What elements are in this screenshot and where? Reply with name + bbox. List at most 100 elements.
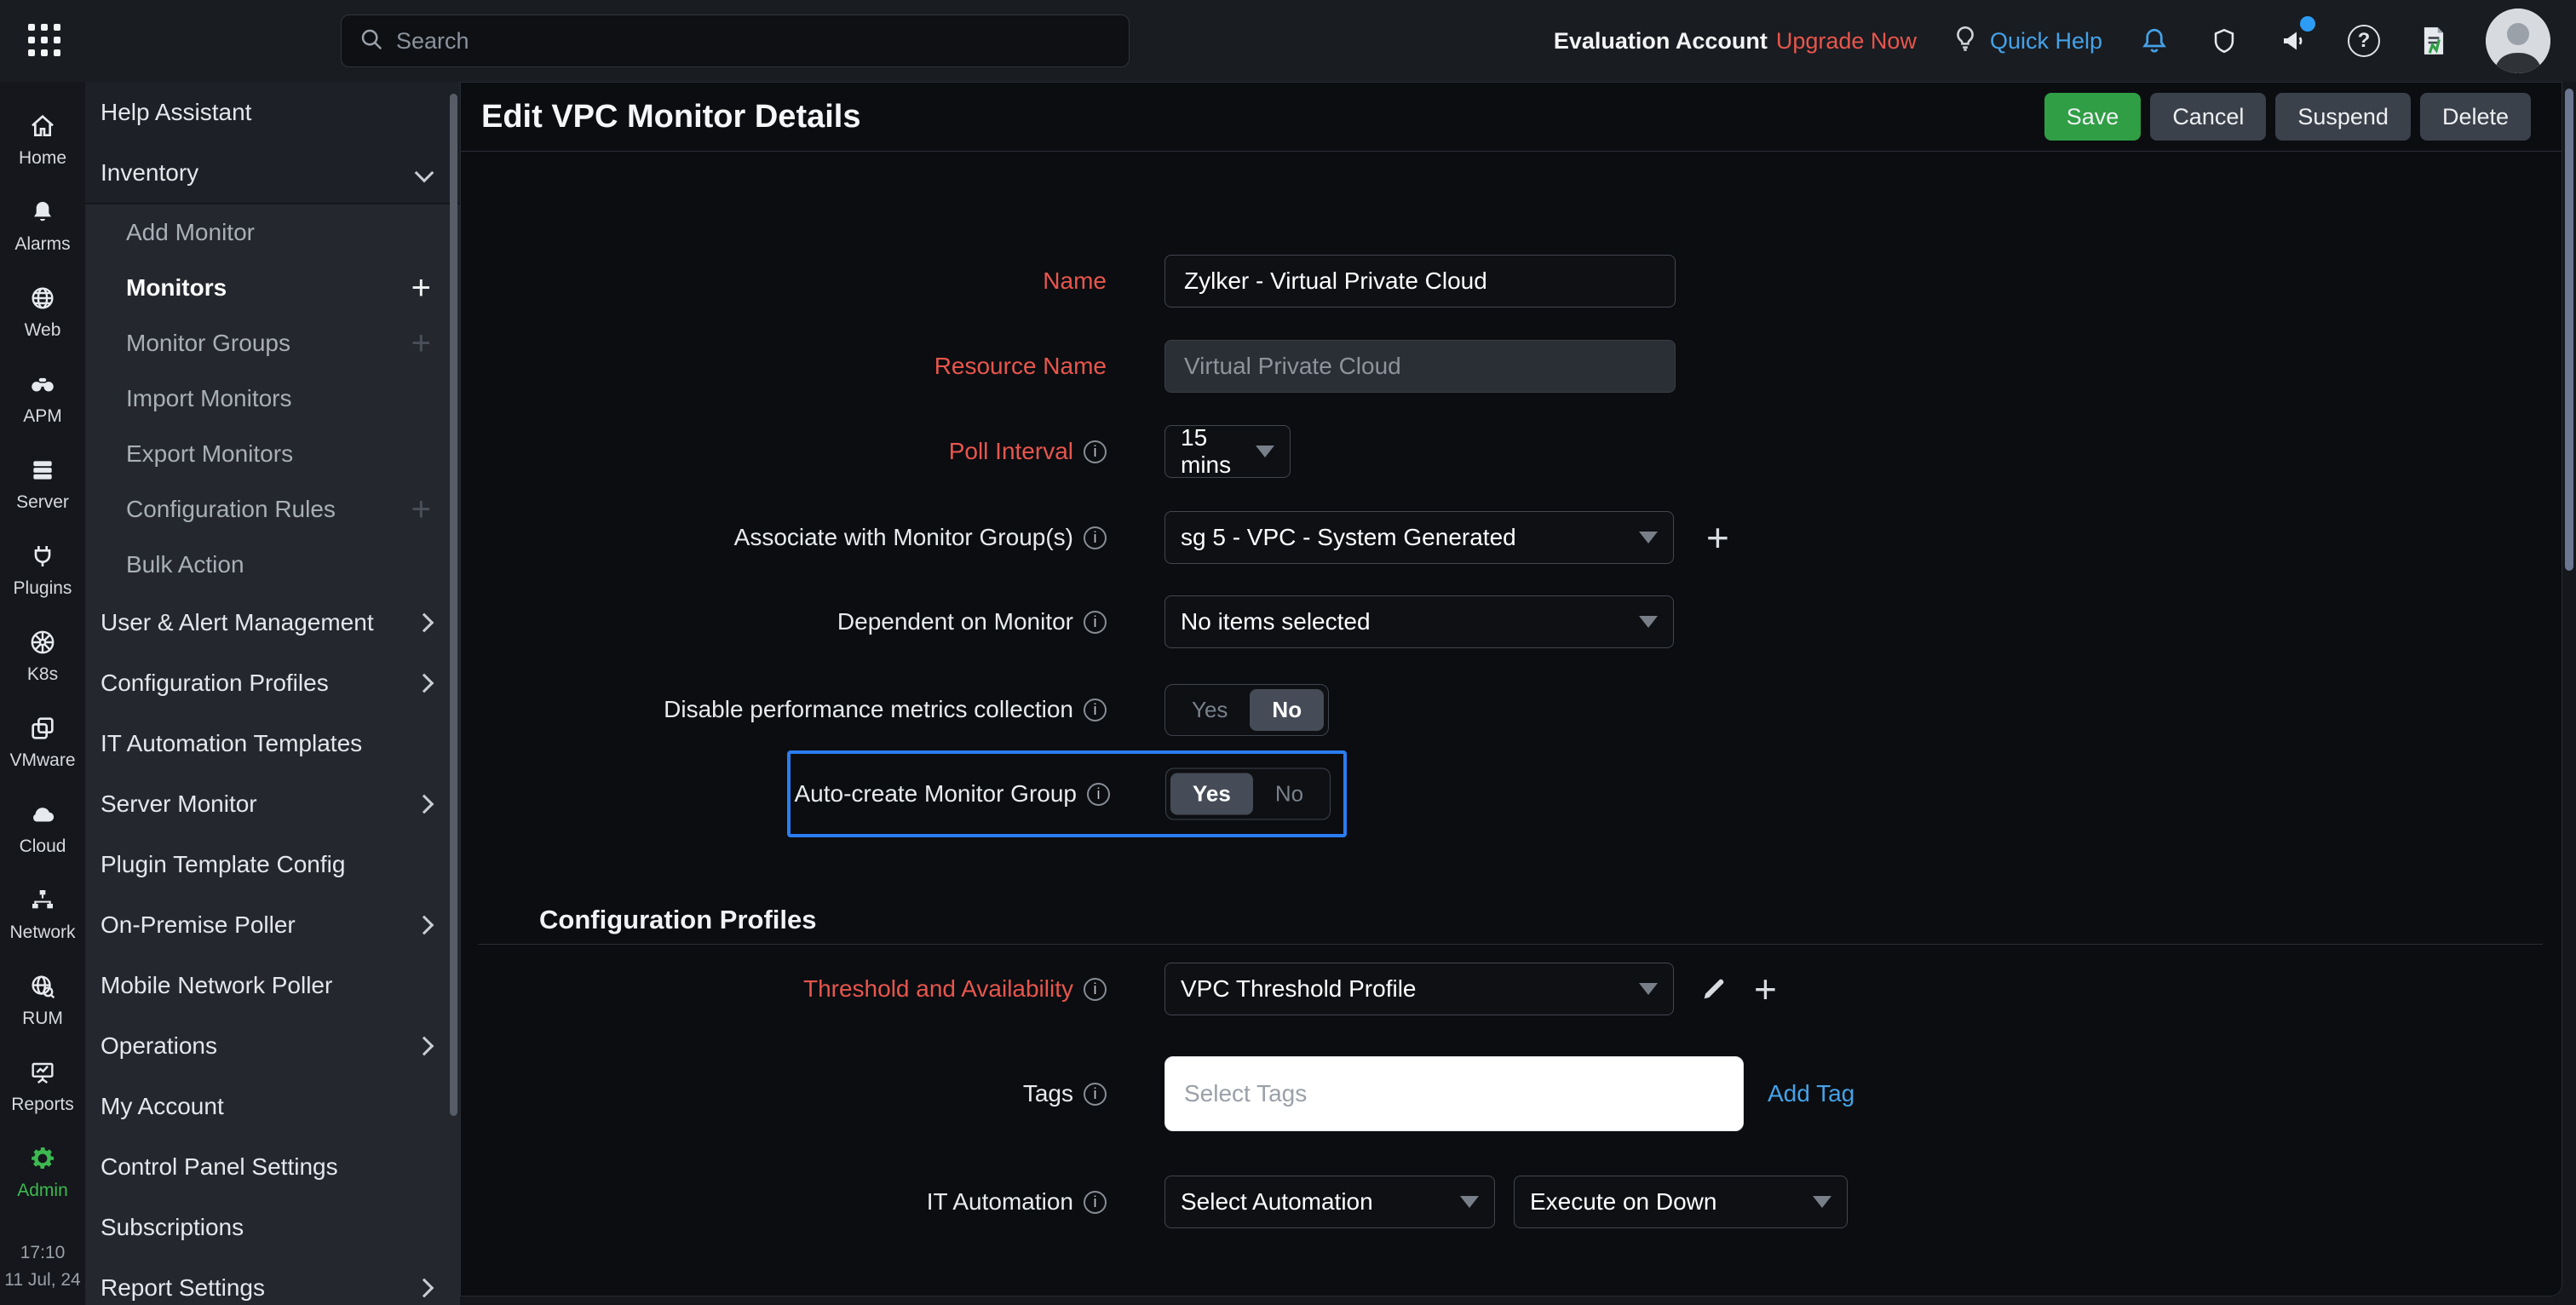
sidebar-item-subscriptions[interactable]: Subscriptions	[85, 1197, 460, 1257]
auto-create-highlight-box: Auto-create Monitor Group i Yes No	[787, 750, 1347, 837]
sidebar-item-on-premise-poller[interactable]: On-Premise Poller	[85, 894, 460, 955]
info-icon[interactable]: i	[1084, 698, 1107, 721]
sidebar-item-label: Configuration Profiles	[101, 669, 329, 696]
delete-button[interactable]: Delete	[2419, 93, 2531, 141]
rail-item-rum[interactable]: RUM	[0, 957, 85, 1043]
rail-item-apm[interactable]: APM	[0, 355, 85, 441]
apps-grid-icon[interactable]	[28, 24, 62, 58]
sidebar-item-it-automation-templates[interactable]: IT Automation Templates	[85, 713, 460, 773]
threshold-label: Threshold and Availability i	[539, 963, 1107, 1015]
home-icon	[29, 112, 56, 141]
dropdown-arrow-icon	[1639, 532, 1658, 543]
global-search[interactable]	[341, 14, 1130, 67]
help-question-icon[interactable]: ?	[2346, 23, 2382, 59]
automation-select[interactable]: Select Automation	[1164, 1176, 1495, 1228]
upgrade-now-link[interactable]: Upgrade Now	[1776, 28, 1917, 55]
quick-help-button[interactable]: Quick Help	[1951, 24, 2102, 59]
rail-item-admin[interactable]: Admin	[0, 1130, 85, 1216]
sidebar-item-monitor-groups[interactable]: Monitor Groups +	[85, 315, 460, 371]
info-icon[interactable]: i	[1087, 782, 1110, 806]
info-icon[interactable]: i	[1084, 526, 1107, 549]
rail-item-network[interactable]: Network	[0, 871, 85, 957]
disable-perf-label: Disable performance metrics collection i	[539, 684, 1107, 735]
rail-item-label: Plugins	[13, 578, 72, 598]
sidebar-item-bulk-action[interactable]: Bulk Action	[85, 537, 460, 592]
threshold-select[interactable]: VPC Threshold Profile	[1164, 963, 1674, 1015]
sidebar-item-export-monitors[interactable]: Export Monitors	[85, 426, 460, 481]
row-resource-name: Resource Name	[461, 340, 2562, 393]
toggle-yes[interactable]: Yes	[1170, 689, 1250, 731]
chevron-right-icon	[414, 612, 434, 632]
sidebar-item-help-assistant[interactable]: Help Assistant	[85, 82, 460, 143]
sidebar-item-label: Inventory	[101, 159, 199, 186]
rail-item-server[interactable]: Server	[0, 441, 85, 527]
toggle-yes[interactable]: Yes	[1170, 773, 1253, 815]
sidebar-item-inventory[interactable]: Inventory	[85, 143, 460, 204]
info-icon[interactable]: i	[1084, 440, 1107, 463]
execute-on-select[interactable]: Execute on Down	[1514, 1176, 1848, 1228]
shield-icon[interactable]	[2206, 23, 2242, 59]
sidebar-item-my-account[interactable]: My Account	[85, 1076, 460, 1136]
resource-name-input[interactable]	[1164, 340, 1676, 393]
cloud-icon	[28, 800, 57, 829]
info-icon[interactable]: i	[1084, 1190, 1107, 1214]
sidebar-item-control-panel-settings[interactable]: Control Panel Settings	[85, 1136, 460, 1197]
sidebar-item-configuration-rules[interactable]: Configuration Rules +	[85, 481, 460, 537]
page-scrollbar[interactable]	[2565, 89, 2573, 571]
save-button[interactable]: Save	[2044, 93, 2142, 141]
dependent-monitor-select[interactable]: No items selected	[1164, 595, 1674, 648]
rail-item-cloud[interactable]: Cloud	[0, 785, 85, 871]
row-name: Name	[461, 255, 2562, 308]
rail-item-reports[interactable]: Reports	[0, 1043, 85, 1130]
user-avatar[interactable]	[2486, 9, 2550, 73]
announcements-megaphone-icon[interactable]	[2276, 16, 2315, 59]
sidebar-item-report-settings[interactable]: Report Settings	[85, 1257, 460, 1305]
topbar: Evaluation Account Upgrade Now Quick Hel…	[0, 0, 2576, 82]
sidebar-item-mobile-network-poller[interactable]: Mobile Network Poller	[85, 955, 460, 1015]
rail-item-alarms[interactable]: Alarms	[0, 183, 85, 269]
row-monitor-groups: Associate with Monitor Group(s) i sg 5 -…	[461, 511, 2562, 564]
sidebar-item-label: Monitor Groups	[126, 329, 290, 356]
sidebar-item-label: Operations	[101, 1032, 217, 1059]
sidebar-scrollbar[interactable]	[450, 94, 457, 1116]
rail-item-label: Network	[9, 923, 76, 942]
suspend-button[interactable]: Suspend	[2275, 93, 2411, 141]
dropdown-arrow-icon	[1460, 1196, 1479, 1208]
sidebar-item-label: On-Premise Poller	[101, 911, 296, 938]
sidebar-item-import-monitors[interactable]: Import Monitors	[85, 371, 460, 426]
dependent-monitor-label: Dependent on Monitor i	[539, 595, 1107, 648]
sidebar-item-plugin-template-config[interactable]: Plugin Template Config	[85, 834, 460, 894]
sidebar-item-label: Bulk Action	[126, 550, 244, 578]
poll-interval-select[interactable]: 15 mins	[1164, 424, 1291, 478]
rail-item-label: VMware	[9, 750, 76, 770]
rail-item-k8s[interactable]: K8s	[0, 613, 85, 699]
sidebar-item-add-monitor[interactable]: Add Monitor	[85, 204, 460, 260]
rail-item-web[interactable]: Web	[0, 269, 85, 355]
sidebar-item-configuration-profiles[interactable]: Configuration Profiles	[85, 652, 460, 713]
notifications-bell-icon[interactable]	[2136, 23, 2172, 59]
toggle-no[interactable]: No	[1250, 688, 1325, 731]
tags-input[interactable]	[1164, 1056, 1744, 1131]
info-icon[interactable]: i	[1084, 1082, 1107, 1106]
info-icon[interactable]: i	[1084, 977, 1107, 1001]
resource-name-label: Resource Name	[934, 353, 1107, 379]
name-input[interactable]	[1164, 255, 1676, 308]
admin-icon	[28, 1144, 57, 1173]
monitor-groups-select[interactable]: sg 5 - VPC - System Generated	[1164, 511, 1674, 564]
disable-perf-toggle[interactable]: Yes No	[1164, 683, 1330, 736]
info-icon[interactable]: i	[1084, 610, 1107, 634]
edit-pencil-icon[interactable]	[1699, 974, 1728, 1003]
sidebar-item-monitors[interactable]: Monitors +	[85, 260, 460, 315]
cancel-button[interactable]: Cancel	[2150, 93, 2267, 141]
sidebar-item-server-monitor[interactable]: Server Monitor	[85, 773, 460, 834]
rail-item-plugins[interactable]: Plugins	[0, 527, 85, 613]
sidebar-item-operations[interactable]: Operations	[85, 1015, 460, 1076]
search-input[interactable]	[396, 27, 1112, 55]
toggle-no[interactable]: No	[1253, 773, 1325, 815]
rail-item-home[interactable]: Home	[0, 97, 85, 183]
sidebar-item-user-alert-management[interactable]: User & Alert Management	[85, 592, 460, 652]
add-tag-link[interactable]: Add Tag	[1768, 1080, 1854, 1107]
auto-create-toggle[interactable]: Yes No	[1165, 767, 1331, 820]
rail-item-vmware[interactable]: VMware	[0, 699, 85, 785]
release-notes-icon[interactable]	[2416, 23, 2452, 59]
